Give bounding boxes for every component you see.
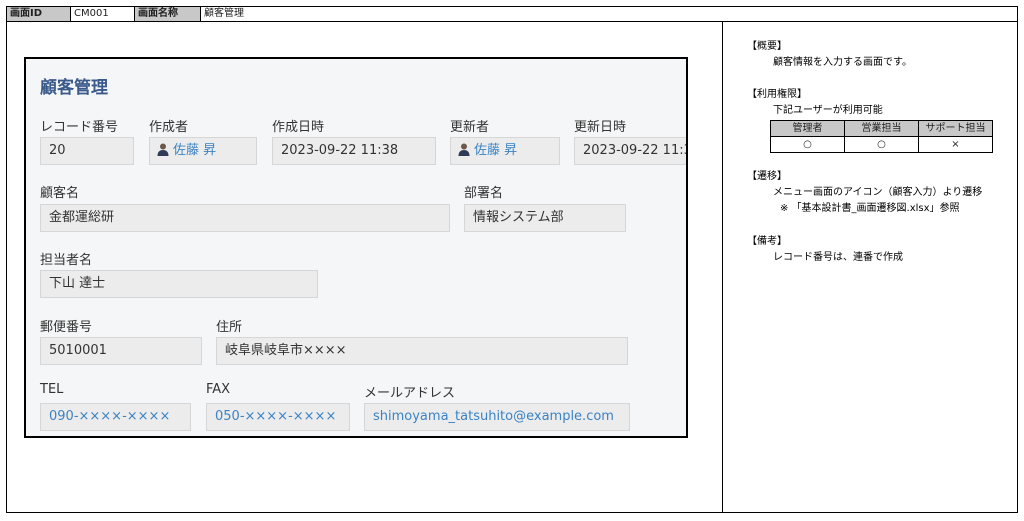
email-label: メールアドレス: [364, 386, 456, 401]
department-label: 部署名: [464, 186, 504, 201]
overview-text: 顧客情報を入力する画面です。: [773, 57, 912, 68]
person-icon: [157, 143, 169, 156]
customer-name-field[interactable]: 金都運総研: [40, 204, 450, 232]
transition-note: ※ 「基本設計書_画面遷移図.xlsx」参照: [780, 203, 960, 214]
created-at-field[interactable]: 2023-09-22 11:38: [272, 137, 436, 165]
department-field[interactable]: 情報システム部: [464, 204, 626, 232]
postal-code-label: 郵便番号: [40, 320, 93, 335]
email-link[interactable]: shimoyama_tatsuhito@example.com: [364, 403, 630, 431]
customer-name-label: 顧客名: [40, 186, 80, 201]
address-field[interactable]: 岐阜県岐阜市××××: [216, 337, 628, 365]
created-at-label: 作成日時: [272, 120, 325, 135]
permission-heading: 【利用権限】: [747, 89, 807, 100]
remarks-text: レコード番号は、連番で作成: [773, 252, 903, 263]
form-title: 顧客管理: [40, 78, 108, 98]
updated-at-label: 更新日時: [574, 120, 627, 135]
overview-heading: 【概要】: [747, 41, 787, 52]
column-divider: [722, 21, 723, 513]
transition-text: メニュー画面のアイコン（顧客入力）より遷移: [773, 187, 983, 198]
creator-field[interactable]: 佐藤 昇: [149, 137, 257, 165]
customer-form: 顧客管理 レコード番号 20 作成者 佐藤 昇 作成日時 2023-09-22 …: [24, 57, 688, 438]
screen-name-label: 画面名称: [135, 7, 201, 21]
updated-at-field[interactable]: 2023-09-22 11:38: [574, 137, 686, 165]
creator-label: 作成者: [149, 120, 189, 135]
permission-header-admin: 管理者: [770, 120, 845, 137]
screen-id: CM001: [71, 7, 135, 21]
transition-heading: 【遷移】: [747, 171, 787, 182]
screen-id-label: 画面ID: [7, 7, 71, 21]
header-row: 画面ID CM001 画面名称 顧客管理: [6, 6, 1018, 22]
permission-value-sales: ○: [844, 136, 919, 153]
permission-header-support: サポート担当: [918, 120, 993, 137]
postal-code-field[interactable]: 5010001: [40, 337, 202, 365]
updater-field[interactable]: 佐藤 昇: [450, 137, 560, 165]
screen-name: 顧客管理: [204, 8, 244, 19]
fax-label: FAX: [206, 382, 231, 397]
record-no-label: レコード番号: [40, 120, 119, 135]
updater-name[interactable]: 佐藤 昇: [474, 143, 517, 158]
permission-text: 下記ユーザーが利用可能: [773, 105, 883, 116]
person-icon: [458, 143, 470, 156]
creator-name[interactable]: 佐藤 昇: [173, 143, 216, 158]
tel-label: TEL: [40, 382, 64, 397]
permission-header-sales: 営業担当: [844, 120, 919, 137]
permission-value-admin: ○: [770, 136, 845, 153]
record-no-field[interactable]: 20: [40, 137, 134, 165]
contact-name-field[interactable]: 下山 達士: [40, 270, 318, 298]
address-label: 住所: [216, 320, 243, 335]
fax-link[interactable]: 050-××××-××××: [206, 403, 350, 431]
tel-link[interactable]: 090-××××-××××: [40, 403, 191, 431]
permission-table: 管理者 営業担当 サポート担当 ○ ○ ×: [770, 120, 993, 153]
remarks-heading: 【備考】: [747, 236, 787, 247]
contact-name-label: 担当者名: [40, 253, 93, 268]
permission-value-support: ×: [918, 136, 993, 153]
updater-label: 更新者: [450, 120, 490, 135]
